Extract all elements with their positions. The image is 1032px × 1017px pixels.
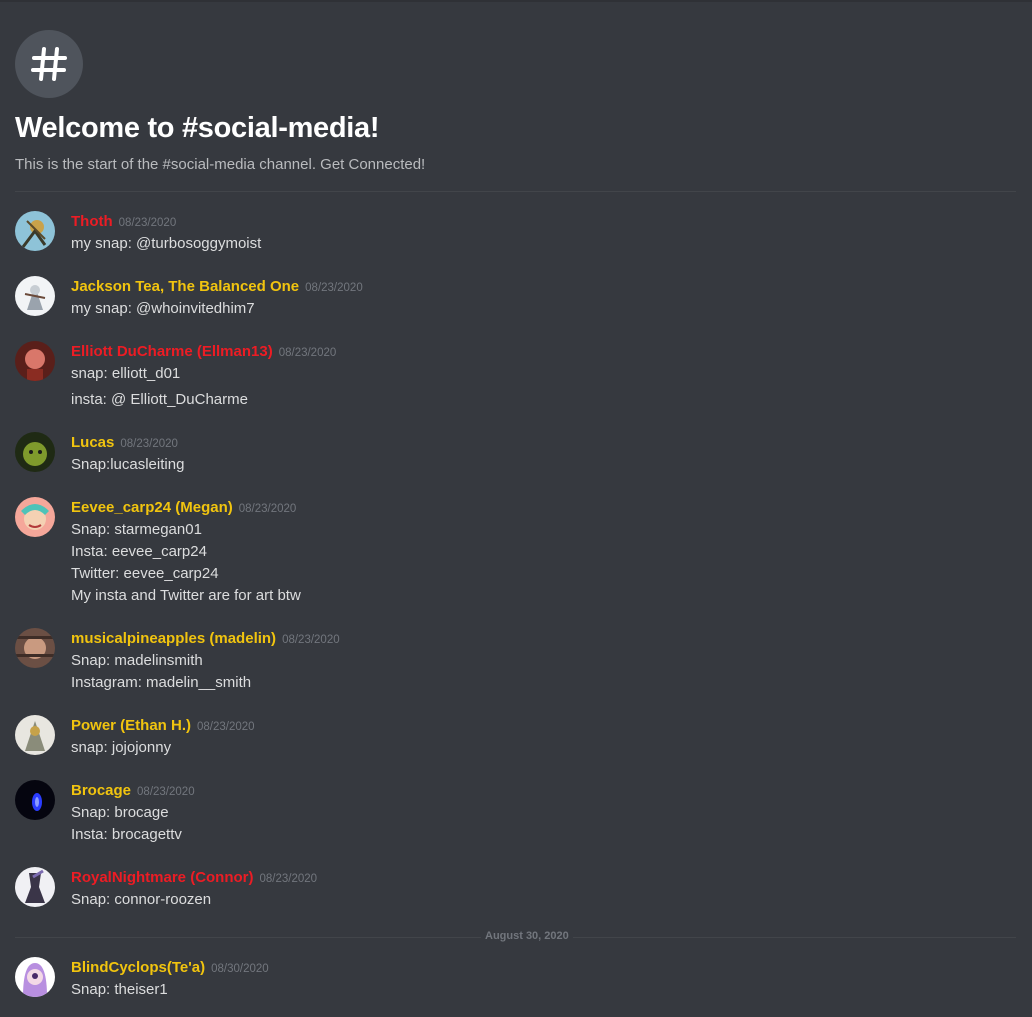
avatar[interactable] [15, 211, 55, 251]
message-text: Snap: connor-roozen [71, 891, 212, 908]
timestamp: 08/23/2020 [278, 347, 337, 359]
username[interactable]: Eevee_carp24 (Megan) [71, 499, 233, 516]
username[interactable]: musicalpineapples (madelin) [71, 630, 276, 647]
avatar[interactable] [15, 497, 55, 537]
date-separator: August 30, 2020 [15, 930, 1016, 942]
message-text: Insta: brocagettv [71, 826, 182, 843]
date-separator-label: August 30, 2020 [481, 930, 573, 942]
timestamp: 08/23/2020 [197, 721, 255, 733]
message-text: Snap: starmegan01 [71, 521, 202, 538]
avatar[interactable] [15, 628, 55, 668]
message-text: my snap: @whoinvitedhim7 [71, 300, 255, 317]
timestamp: 08/23/2020 [238, 503, 297, 515]
message-text: Insta: eevee_carp24 [71, 543, 207, 560]
message-text: Snap: madelinsmith [71, 652, 203, 669]
message-text: My insta and Twitter are for art btw [71, 587, 301, 604]
username[interactable]: Brocage [71, 782, 131, 799]
message-text: Snap: brocage [71, 804, 169, 821]
username[interactable]: Jackson Tea, The Balanced One [71, 278, 299, 295]
timestamp: 08/23/2020 [137, 786, 195, 798]
username[interactable]: Power (Ethan H.) [71, 717, 191, 734]
timestamp: 08/23/2020 [118, 217, 177, 229]
timestamp: 08/30/2020 [211, 963, 269, 975]
message-text: insta: @ Elliott_DuCharme [71, 391, 248, 408]
message-text: Snap: theiser1 [71, 981, 168, 998]
message-text: Instagram: madelin__smith [71, 674, 252, 691]
avatar[interactable] [15, 780, 55, 820]
username[interactable]: Thoth [71, 213, 113, 230]
timestamp: 08/23/2020 [259, 873, 318, 885]
avatar[interactable] [15, 715, 55, 755]
avatar[interactable] [15, 276, 55, 316]
message-text: snap: elliott_d01 [71, 365, 181, 382]
avatar[interactable] [15, 957, 55, 997]
avatar[interactable] [15, 341, 55, 381]
timestamp: 08/23/2020 [120, 438, 178, 450]
avatar[interactable] [15, 432, 55, 472]
username[interactable]: Elliott DuCharme (Ellman13) [71, 343, 273, 360]
username[interactable]: RoyalNightmare (Connor) [71, 869, 254, 886]
timestamp: 08/23/2020 [282, 634, 340, 646]
message-text: Snap:lucasleiting [71, 456, 185, 473]
message-list: Thoth 08/23/2020 my snap: @turbosoggymois… [0, 0, 1032, 1017]
message-text: my snap: @turbosoggymoist [71, 235, 262, 252]
message-text: snap: jojojonny [71, 739, 172, 756]
timestamp: 08/23/2020 [305, 282, 363, 294]
username[interactable]: Lucas [71, 434, 114, 451]
avatar[interactable] [15, 867, 55, 907]
username[interactable]: BlindCyclops(Te'a) [71, 959, 205, 976]
message-text: Twitter: eevee_carp24 [71, 565, 219, 582]
